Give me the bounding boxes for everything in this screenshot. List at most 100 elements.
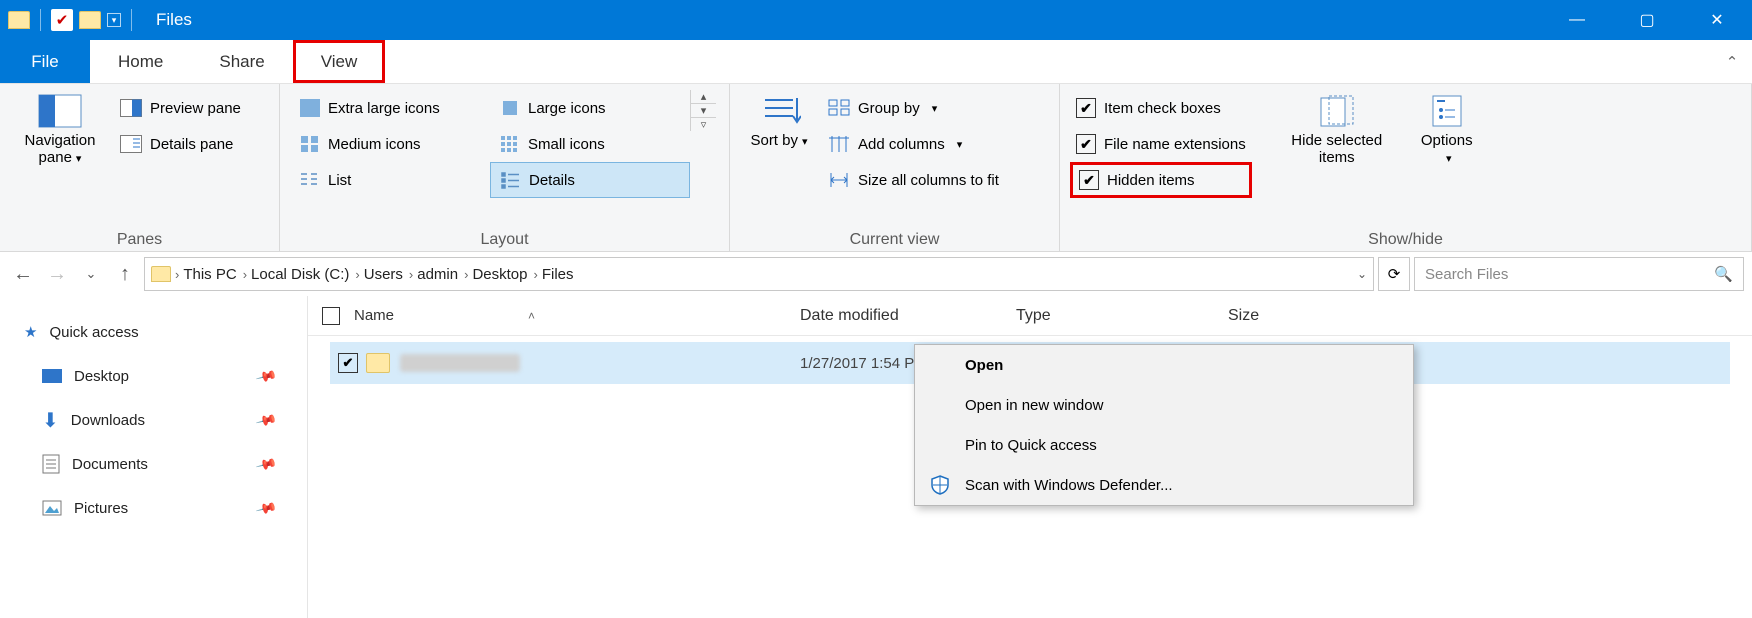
sidebar-desktop[interactable]: Desktop📌 xyxy=(24,354,307,398)
ribbon-group-panes: Navigation pane▾ Preview pane Details pa… xyxy=(0,84,280,251)
column-date[interactable]: Date modified xyxy=(786,296,1002,335)
nav-bar: ← → ⌄ ↑ › This PC› Local Disk (C:)› User… xyxy=(0,252,1752,296)
qat-dropdown-icon[interactable]: ▾ xyxy=(107,13,121,27)
shield-icon xyxy=(929,474,951,496)
preview-pane-button[interactable]: Preview pane xyxy=(110,90,251,126)
group-label: Layout xyxy=(290,229,719,249)
document-icon xyxy=(42,454,60,474)
maximize-button[interactable]: ▢ xyxy=(1612,0,1682,40)
sidebar-quick-access[interactable]: ★ Quick access xyxy=(24,310,307,354)
sidebar-downloads[interactable]: ⬇ Downloads📌 xyxy=(24,398,307,442)
extra-large-icons-button[interactable]: Extra large icons xyxy=(290,90,490,126)
window-title: Files xyxy=(156,10,192,30)
size-all-columns-button[interactable]: Size all columns to fit xyxy=(818,162,1009,198)
label: Hide selected items xyxy=(1272,132,1402,166)
tab-home[interactable]: Home xyxy=(90,40,191,83)
ribbon-group-current-view: Sort by▾ Group by▾ Add columns▾ Size all… xyxy=(730,84,1060,251)
address-bar[interactable]: › This PC› Local Disk (C:)› Users› admin… xyxy=(144,257,1374,291)
breadcrumb: This PC› xyxy=(183,266,247,283)
ctx-open-new-window[interactable]: Open in new window xyxy=(915,385,1413,425)
sidebar-pictures[interactable]: Pictures📌 xyxy=(24,486,307,530)
file-list: Name ˄ Date modified Type Size ✔ 1/27/20… xyxy=(308,296,1752,618)
breadcrumb: Local Disk (C:)› xyxy=(251,266,360,283)
title-bar: ✔ ▾ Files — ▢ ✕ xyxy=(0,0,1752,40)
tab-file[interactable]: File xyxy=(0,40,90,83)
large-icons-button[interactable]: Large icons xyxy=(490,90,690,126)
group-label: Show/hide xyxy=(1070,229,1741,249)
details-button[interactable]: Details xyxy=(490,162,690,198)
small-icons-button[interactable]: Small icons xyxy=(490,126,690,162)
column-name[interactable]: Name ˄ xyxy=(308,296,786,335)
label: Sort by▾ xyxy=(750,132,807,149)
breadcrumb: Desktop› xyxy=(472,266,537,283)
ctx-pin-quick-access[interactable]: Pin to Quick access xyxy=(915,425,1413,465)
search-icon: 🔍 xyxy=(1714,265,1733,283)
label: Preview pane xyxy=(150,100,241,117)
main-area: ★ Quick access Desktop📌 ⬇ Downloads📌 Doc… xyxy=(0,296,1752,618)
navigation-pane-button[interactable]: Navigation pane▾ xyxy=(10,90,110,166)
properties-icon[interactable]: ✔ xyxy=(51,9,73,31)
pin-icon: 📌 xyxy=(254,496,278,519)
download-icon: ⬇ xyxy=(42,408,59,433)
list-button[interactable]: List xyxy=(290,162,490,198)
label: Navigation pane▾ xyxy=(10,132,110,166)
group-label: Panes xyxy=(10,229,269,249)
tab-share[interactable]: Share xyxy=(191,40,292,83)
layout-scrollbar[interactable]: ▴▾▿ xyxy=(690,90,716,131)
title-bar-left: ✔ ▾ Files xyxy=(0,9,1542,31)
sidebar-documents[interactable]: Documents📌 xyxy=(24,442,307,486)
desktop-icon xyxy=(42,369,62,383)
star-icon: ★ xyxy=(24,323,37,341)
add-columns-button[interactable]: Add columns▾ xyxy=(818,126,1009,162)
ctx-scan-defender[interactable]: Scan with Windows Defender... xyxy=(915,465,1413,505)
search-box[interactable]: Search Files 🔍 xyxy=(1414,257,1744,291)
ribbon-tabs: File Home Share View ⌃ xyxy=(0,40,1752,84)
pin-icon: 📌 xyxy=(254,408,278,431)
column-size[interactable]: Size xyxy=(1214,296,1752,335)
tab-view[interactable]: View xyxy=(293,40,386,83)
address-dropdown-icon[interactable]: ⌄ xyxy=(1357,267,1367,281)
sort-indicator-icon: ˄ xyxy=(528,309,535,323)
column-type[interactable]: Type xyxy=(1002,296,1214,335)
context-menu: Open Open in new window Pin to Quick acc… xyxy=(914,344,1414,506)
item-checkboxes-toggle[interactable]: ✔Item check boxes xyxy=(1070,90,1252,126)
collapse-ribbon-icon[interactable]: ⌃ xyxy=(1712,40,1752,83)
navigation-tree: ★ Quick access Desktop📌 ⬇ Downloads📌 Doc… xyxy=(0,296,308,618)
select-all-checkbox[interactable] xyxy=(322,307,340,325)
ribbon: Navigation pane▾ Preview pane Details pa… xyxy=(0,84,1752,252)
pin-icon: 📌 xyxy=(254,452,278,475)
folder-icon xyxy=(8,11,30,29)
breadcrumb: Files xyxy=(542,266,574,283)
details-pane-button[interactable]: Details pane xyxy=(110,126,251,162)
file-name xyxy=(400,354,800,372)
forward-button[interactable]: → xyxy=(42,263,72,286)
pin-icon: 📌 xyxy=(254,364,278,387)
medium-icons-button[interactable]: Medium icons xyxy=(290,126,490,162)
ribbon-group-layout: Extra large icons Large icons Medium ico… xyxy=(280,84,730,251)
back-button[interactable]: ← xyxy=(8,263,38,286)
breadcrumb: admin› xyxy=(417,266,468,283)
recent-dropdown-icon[interactable]: ⌄ xyxy=(76,266,106,282)
row-checkbox[interactable]: ✔ xyxy=(338,353,358,373)
search-placeholder: Search Files xyxy=(1425,266,1508,283)
group-label: Current view xyxy=(740,229,1049,249)
folder-icon[interactable] xyxy=(79,11,101,29)
column-headers: Name ˄ Date modified Type Size xyxy=(308,296,1752,336)
pictures-icon xyxy=(42,500,62,516)
folder-icon xyxy=(366,353,390,373)
group-by-button[interactable]: Group by▾ xyxy=(818,90,1009,126)
close-button[interactable]: ✕ xyxy=(1682,0,1752,40)
ctx-open[interactable]: Open xyxy=(915,345,1413,385)
sort-by-button[interactable]: Sort by▾ xyxy=(740,90,818,149)
up-button[interactable]: ↑ xyxy=(110,263,140,286)
label: Details pane xyxy=(150,136,233,153)
separator xyxy=(40,9,41,31)
label: Options▾ xyxy=(1421,132,1473,166)
hidden-items-toggle[interactable]: ✔Hidden items xyxy=(1070,162,1252,198)
hide-selected-button[interactable]: Hide selected items xyxy=(1272,90,1402,166)
options-button[interactable]: Options▾ xyxy=(1402,90,1492,166)
ribbon-group-show-hide: ✔Item check boxes ✔File name extensions … xyxy=(1060,84,1752,251)
refresh-button[interactable]: ⟳ xyxy=(1378,257,1410,291)
file-extensions-toggle[interactable]: ✔File name extensions xyxy=(1070,126,1252,162)
minimize-button[interactable]: — xyxy=(1542,0,1612,40)
